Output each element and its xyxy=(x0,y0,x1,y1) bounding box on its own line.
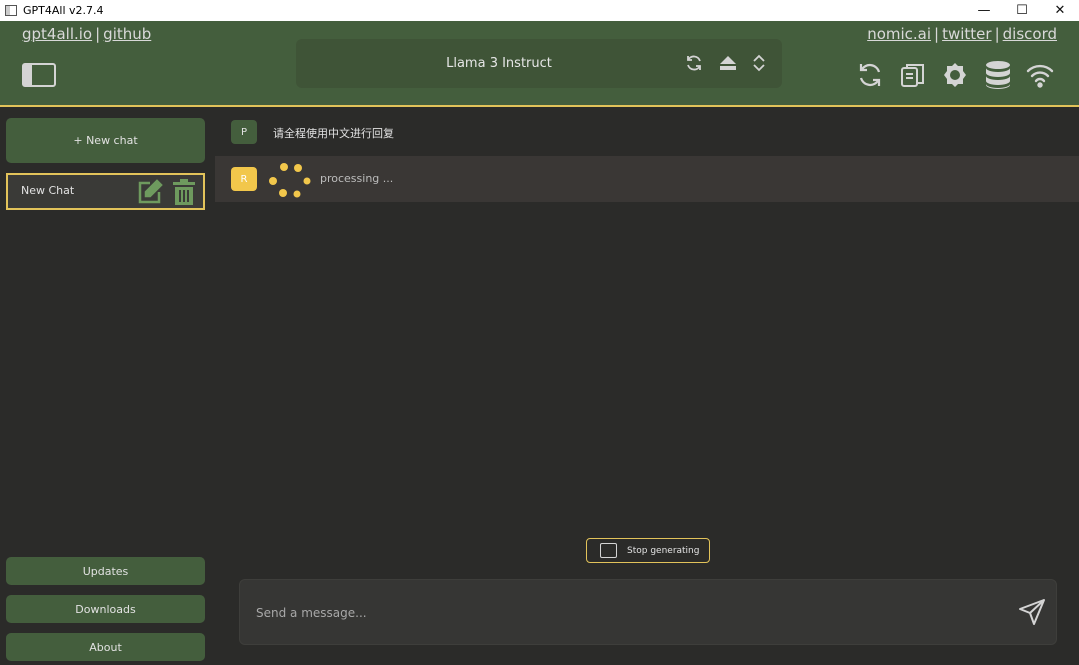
reload-icon[interactable] xyxy=(682,51,706,75)
links-left: gpt4all.io | github xyxy=(22,25,151,43)
prompt-avatar: P xyxy=(231,120,257,144)
copy-icon[interactable] xyxy=(897,59,929,91)
chat-item-label: New Chat xyxy=(21,184,75,197)
new-chat-button[interactable]: + New chat xyxy=(6,118,205,163)
loading-spinner-icon xyxy=(269,163,311,198)
edit-icon[interactable] xyxy=(137,179,163,205)
send-icon[interactable] xyxy=(1018,598,1046,626)
discord-link[interactable]: discord xyxy=(1003,25,1057,43)
message-input[interactable] xyxy=(256,602,976,624)
updates-button[interactable]: Updates xyxy=(6,557,205,585)
select-arrows-icon[interactable] xyxy=(747,51,771,75)
nomic-link[interactable]: nomic.ai xyxy=(867,25,931,43)
maximize-button[interactable]: ☐ xyxy=(1003,0,1041,21)
title-bar: GPT4All v2.7.4 — ☐ ✕ xyxy=(0,0,1079,21)
message-input-box xyxy=(239,579,1057,645)
downloads-button[interactable]: Downloads xyxy=(6,595,205,623)
network-icon[interactable] xyxy=(1024,59,1056,91)
processing-status: processing ... xyxy=(320,172,394,185)
close-button[interactable]: ✕ xyxy=(1041,0,1079,21)
separator: | xyxy=(994,25,1000,43)
window-title: GPT4All v2.7.4 xyxy=(23,4,104,17)
settings-icon[interactable] xyxy=(939,59,971,91)
trash-icon[interactable] xyxy=(171,179,197,205)
database-icon[interactable] xyxy=(982,59,1014,91)
prompt-message: P 请全程使用中文进行回复 xyxy=(215,109,1079,155)
about-button[interactable]: About xyxy=(6,633,205,661)
stop-generating-label: Stop generating xyxy=(627,545,700,556)
app-header: gpt4all.io | github nomic.ai | twitter | disco… xyxy=(0,21,1079,107)
model-selector[interactable]: Llama 3 Instruct xyxy=(296,39,782,88)
app-icon xyxy=(5,5,17,16)
links-right: nomic.ai | twitter | discord xyxy=(867,25,1057,43)
stop-icon xyxy=(600,543,617,558)
response-message: R processing ... xyxy=(215,156,1079,202)
separator: | xyxy=(95,25,101,43)
eject-icon[interactable] xyxy=(716,51,740,75)
github-link[interactable]: github xyxy=(103,25,151,43)
response-avatar: R xyxy=(231,167,257,191)
sidebar-toggle-icon[interactable] xyxy=(22,63,56,87)
model-name: Llama 3 Instruct xyxy=(446,56,552,71)
sidebar: + New chat New Chat Updates Downloads Ab… xyxy=(0,109,213,665)
chat-list-item[interactable]: New Chat xyxy=(6,173,205,210)
minimize-button[interactable]: — xyxy=(965,0,1003,21)
stop-generating-button[interactable]: Stop generating xyxy=(586,538,710,563)
regenerate-icon[interactable] xyxy=(854,59,886,91)
separator: | xyxy=(934,25,940,43)
prompt-text: 请全程使用中文进行回复 xyxy=(273,127,394,140)
gpt4all-link[interactable]: gpt4all.io xyxy=(22,25,92,43)
conversation-panel: P 请全程使用中文进行回复 R processing ... Stop gene… xyxy=(213,109,1079,665)
twitter-link[interactable]: twitter xyxy=(942,25,991,43)
